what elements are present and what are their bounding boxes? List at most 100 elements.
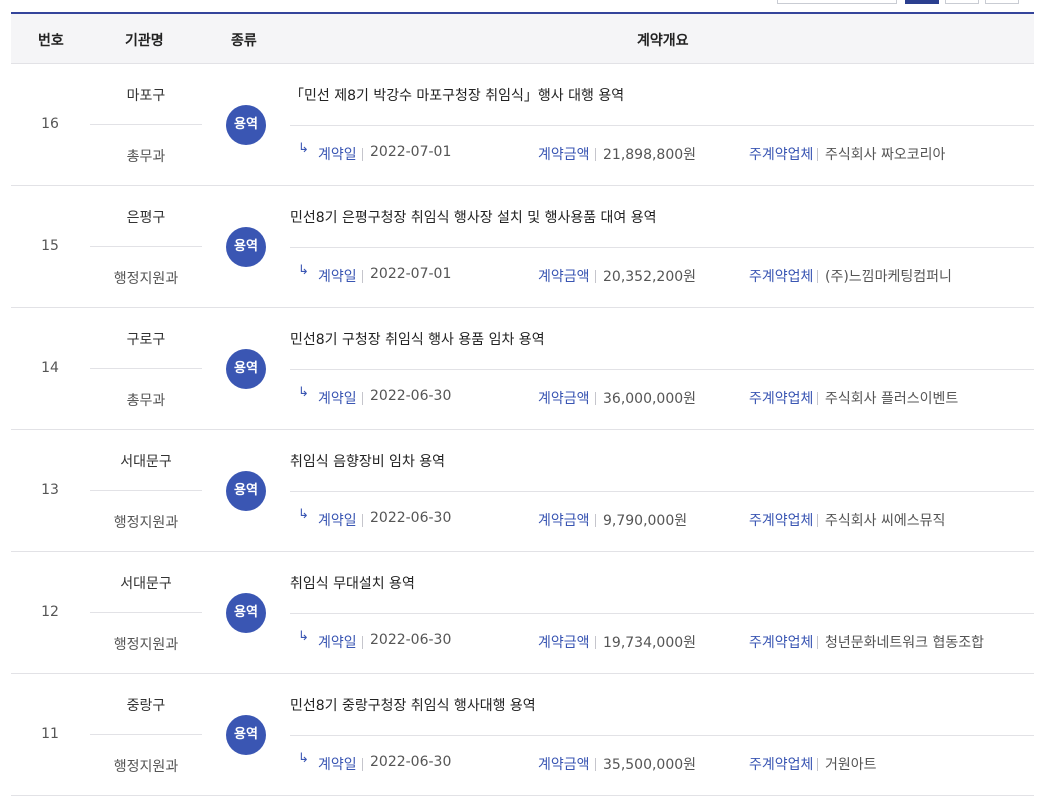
separator <box>817 270 818 283</box>
row-number: 11 <box>41 726 59 742</box>
vendor-value: 거원아트 <box>825 757 877 773</box>
contract-title-link[interactable]: 취임식 무대설치 용역 <box>290 573 415 593</box>
vendor-label: 주계약업체 <box>749 269 814 285</box>
reply-arrow-icon: ↳ <box>298 507 309 522</box>
org-dept: 총무과 <box>126 149 166 165</box>
vendor-value: 주식회사 짜오코리아 <box>825 147 946 163</box>
separator <box>362 270 363 283</box>
org-divider <box>90 124 202 125</box>
contract-meta: ↳ 계약일 2022-06-30 계약금액 36,000,000원 주계약업체 … <box>290 385 1034 410</box>
org-name: 마포구 <box>126 88 166 104</box>
separator <box>362 514 363 527</box>
org-divider <box>90 734 202 735</box>
search-button[interactable] <box>905 0 939 4</box>
separator <box>817 636 818 649</box>
vendor-label: 주계약업체 <box>749 635 814 651</box>
kind-badge: 용역 <box>226 349 266 389</box>
header-no: 번호 <box>38 33 64 49</box>
summary-divider <box>290 735 1034 736</box>
vendor-value: 주식회사 씨에스뮤직 <box>825 513 946 529</box>
date-value: 2022-06-30 <box>370 510 452 526</box>
vendor-label: 주계약업체 <box>749 513 814 529</box>
separator <box>595 636 596 649</box>
search-select[interactable] <box>777 0 897 4</box>
kind-badge: 용역 <box>226 471 266 511</box>
contract-title-link[interactable]: 「민선 제8기 박강수 마포구청장 취임식」행사 대행 용역 <box>290 85 624 105</box>
amount-value: 19,734,000원 <box>603 635 697 651</box>
table-row[interactable]: 14 구로구 총무과 용역 민선8기 구청장 취임식 행사 용품 임차 용역 ↳… <box>11 308 1034 430</box>
separator <box>362 758 363 771</box>
org-dept: 행정지원과 <box>113 637 179 653</box>
separator <box>817 758 818 771</box>
amount-label: 계약금액 <box>538 635 590 651</box>
org-dept: 총무과 <box>126 393 166 409</box>
amount-value: 36,000,000원 <box>603 391 697 407</box>
contract-meta: ↳ 계약일 2022-06-30 계약금액 35,500,000원 주계약업체 … <box>290 751 1034 776</box>
separator <box>817 148 818 161</box>
reply-arrow-icon: ↳ <box>298 751 309 766</box>
amount-value: 20,352,200원 <box>603 269 697 285</box>
date-label: 계약일 <box>318 391 357 407</box>
date-label: 계약일 <box>318 757 357 773</box>
reply-arrow-icon: ↳ <box>298 141 309 156</box>
org-dept: 행정지원과 <box>113 515 179 531</box>
org-cell: 마포구 총무과 <box>90 64 202 185</box>
kind-badge: 용역 <box>226 715 266 755</box>
row-number: 15 <box>41 238 59 254</box>
summary-divider <box>290 125 1034 126</box>
toolbar-button-1[interactable] <box>945 0 979 4</box>
date-value: 2022-06-30 <box>370 754 452 770</box>
org-divider <box>90 368 202 369</box>
separator <box>362 392 363 405</box>
org-cell: 중랑구 행정지원과 <box>90 674 202 795</box>
table-row[interactable]: 13 서대문구 행정지원과 용역 취임식 음향장비 임차 용역 ↳ 계약일 20… <box>11 430 1034 552</box>
org-name: 서대문구 <box>120 576 172 592</box>
separator <box>595 270 596 283</box>
contract-title-link[interactable]: 민선8기 구청장 취임식 행사 용품 임차 용역 <box>290 329 545 349</box>
contract-table: 번호 기관명 종류 계약개요 16 마포구 총무과 용역 「민선 제8기 박강수… <box>11 12 1034 796</box>
table-row[interactable]: 12 서대문구 행정지원과 용역 취임식 무대설치 용역 ↳ 계약일 2022-… <box>11 552 1034 674</box>
amount-label: 계약금액 <box>538 757 590 773</box>
org-divider <box>90 246 202 247</box>
contract-meta: ↳ 계약일 2022-06-30 계약금액 19,734,000원 주계약업체 … <box>290 629 1034 654</box>
contract-title-link[interactable]: 민선8기 중랑구청장 취임식 행사대행 용역 <box>290 695 536 715</box>
vendor-label: 주계약업체 <box>749 757 814 773</box>
summary-divider <box>290 247 1034 248</box>
contract-meta: ↳ 계약일 2022-06-30 계약금액 9,790,000원 주계약업체 주… <box>290 507 1034 532</box>
date-label: 계약일 <box>318 635 357 651</box>
row-number: 13 <box>41 482 59 498</box>
header-summary: 계약개요 <box>637 33 689 49</box>
vendor-value: 청년문화네트워크 협동조합 <box>825 635 985 651</box>
org-dept: 행정지원과 <box>113 759 179 775</box>
contract-title-link[interactable]: 취임식 음향장비 임차 용역 <box>290 451 445 471</box>
org-name: 구로구 <box>126 332 166 348</box>
vendor-value: 주식회사 플러스이벤트 <box>825 391 959 407</box>
amount-value: 21,898,800원 <box>603 147 697 163</box>
header-kind: 종류 <box>231 33 257 49</box>
org-divider <box>90 490 202 491</box>
separator <box>817 392 818 405</box>
kind-badge: 용역 <box>226 105 266 145</box>
row-number: 12 <box>41 604 59 620</box>
reply-arrow-icon: ↳ <box>298 629 309 644</box>
org-name: 중랑구 <box>126 698 166 714</box>
kind-badge: 용역 <box>226 593 266 633</box>
separator <box>362 636 363 649</box>
table-row[interactable]: 15 은평구 행정지원과 용역 민선8기 은평구청장 취임식 행사장 설치 및 … <box>11 186 1034 308</box>
toolbar-button-2[interactable] <box>985 0 1019 4</box>
table-header: 번호 기관명 종류 계약개요 <box>11 12 1034 64</box>
date-value: 2022-06-30 <box>370 388 452 404</box>
header-org: 기관명 <box>125 33 164 49</box>
table-row[interactable]: 11 중랑구 행정지원과 용역 민선8기 중랑구청장 취임식 행사대행 용역 ↳… <box>11 674 1034 796</box>
separator <box>817 514 818 527</box>
table-row[interactable]: 16 마포구 총무과 용역 「민선 제8기 박강수 마포구청장 취임식」행사 대… <box>11 64 1034 186</box>
summary-divider <box>290 369 1034 370</box>
date-label: 계약일 <box>318 147 357 163</box>
amount-value: 9,790,000원 <box>603 513 688 529</box>
contract-title-link[interactable]: 민선8기 은평구청장 취임식 행사장 설치 및 행사용품 대여 용역 <box>290 207 657 227</box>
amount-value: 35,500,000원 <box>603 757 697 773</box>
date-value: 2022-07-01 <box>370 266 452 282</box>
separator <box>595 392 596 405</box>
vendor-label: 주계약업체 <box>749 391 814 407</box>
separator <box>595 148 596 161</box>
